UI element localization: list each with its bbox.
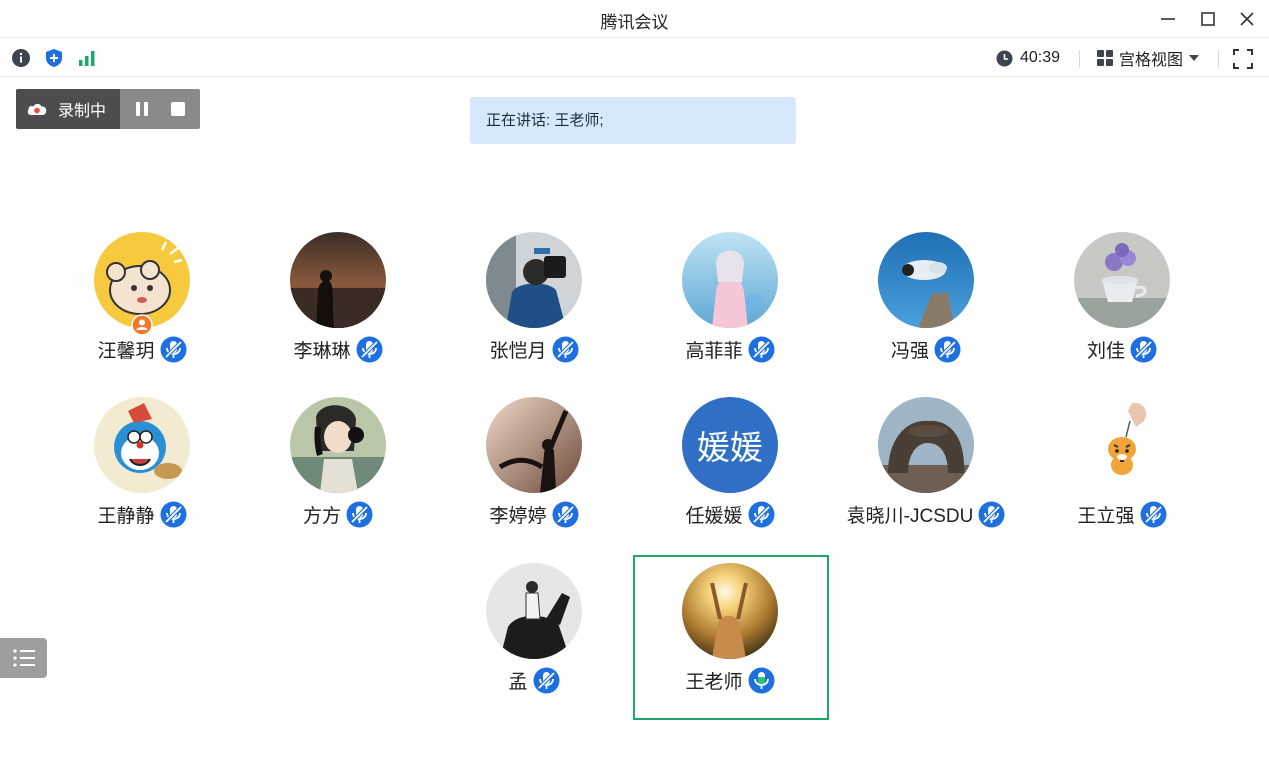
list-icon	[12, 649, 35, 667]
title-bar: 腾讯会议	[0, 0, 1269, 38]
avatar	[682, 232, 778, 328]
meeting-timer: 40:39	[996, 47, 1060, 69]
mic-muted-icon[interactable]	[346, 501, 373, 528]
mic-muted-icon[interactable]	[748, 336, 775, 363]
participant-name: 冯强	[890, 341, 929, 362]
avatar	[94, 397, 190, 493]
participant-name: 王静静	[97, 506, 155, 527]
avatar	[1074, 232, 1170, 328]
mic-muted-icon[interactable]	[1140, 501, 1167, 528]
participant-tile[interactable]: 冯强	[828, 232, 1024, 392]
participant-name: 李琳琳	[293, 341, 351, 362]
participant-tile[interactable]: 高菲菲	[632, 232, 828, 392]
avatar	[290, 397, 386, 493]
participant-name: 王老师	[685, 672, 743, 693]
info-icon[interactable]	[11, 48, 31, 68]
mic-muted-icon[interactable]	[552, 336, 579, 363]
clock-icon	[996, 50, 1013, 66]
close-icon	[1240, 12, 1254, 26]
chevron-down-icon	[1189, 55, 1200, 61]
pause-icon[interactable]	[133, 100, 151, 118]
participant-tile[interactable]: 张恺月	[436, 232, 632, 392]
recording-control: 录制中	[16, 89, 200, 129]
participant-name: 李婷婷	[489, 506, 547, 527]
mic-muted-icon[interactable]	[748, 501, 775, 528]
cloud-record-icon	[27, 103, 47, 115]
participant-name: 张恺月	[489, 341, 547, 362]
meeting-toolbar: 40:39 宫格视图	[0, 39, 1269, 77]
grid-view-icon	[1097, 50, 1113, 66]
host-icon	[131, 314, 153, 336]
divider	[1079, 50, 1080, 68]
maximize-icon	[1201, 12, 1215, 26]
speaking-banner: 正在讲话: 王老师;	[470, 97, 796, 144]
avatar	[486, 232, 582, 328]
view-mode-button[interactable]: 宫格视图	[1096, 47, 1200, 69]
timer-value: 40:39	[1020, 49, 1061, 66]
participant-name: 袁晓川-JCSDU	[846, 506, 974, 527]
avatar	[878, 397, 974, 493]
mic-muted-icon[interactable]	[1130, 336, 1157, 363]
signal-strength-icon[interactable]	[77, 48, 97, 68]
fullscreen-icon	[1233, 49, 1253, 69]
participant-tile[interactable]: 媛媛 任媛媛	[632, 397, 828, 557]
mic-muted-icon[interactable]	[978, 501, 1005, 528]
participant-tile-speaking[interactable]: 王老师	[632, 563, 828, 723]
host-badge	[131, 314, 153, 336]
participant-tile[interactable]: 袁晓川-JCSDU	[828, 397, 1024, 557]
participant-name: 任媛媛	[685, 506, 743, 527]
security-shield-icon[interactable]	[44, 48, 64, 68]
mic-muted-icon[interactable]	[160, 501, 187, 528]
avatar	[1074, 397, 1170, 493]
participant-name: 刘佳	[1086, 341, 1125, 362]
avatar	[486, 563, 582, 659]
maximize-button[interactable]	[1195, 6, 1221, 32]
participant-name: 孟	[508, 672, 528, 693]
minimize-button[interactable]	[1155, 6, 1181, 32]
stop-icon[interactable]	[169, 100, 187, 118]
avatar	[682, 563, 778, 659]
avatar-initials: 媛媛	[697, 428, 763, 467]
mic-muted-icon[interactable]	[356, 336, 383, 363]
recording-label: 录制中	[58, 103, 107, 120]
participant-name: 方方	[302, 506, 341, 527]
participant-tile[interactable]: 汪馨玥	[44, 232, 240, 392]
participant-tile[interactable]: 李婷婷	[436, 397, 632, 557]
avatar	[290, 232, 386, 328]
fullscreen-button[interactable]	[1232, 48, 1254, 70]
participant-tile[interactable]: 李琳琳	[240, 232, 436, 392]
participant-tile[interactable]: 刘佳	[1024, 232, 1220, 392]
participant-name: 高菲菲	[685, 341, 743, 362]
close-button[interactable]	[1234, 6, 1260, 32]
divider	[1218, 50, 1219, 68]
member-list-button[interactable]	[0, 638, 47, 678]
mic-muted-icon[interactable]	[160, 336, 187, 363]
participant-name: 汪馨玥	[97, 341, 155, 362]
window-title: 腾讯会议	[600, 13, 669, 32]
mic-speaking-icon[interactable]	[748, 667, 775, 694]
participant-name: 王立强	[1077, 506, 1135, 527]
avatar	[486, 397, 582, 493]
participant-tile[interactable]: 孟	[436, 563, 632, 723]
view-mode-label: 宫格视图	[1119, 52, 1184, 69]
avatar	[878, 232, 974, 328]
participant-tile[interactable]: 方方	[240, 397, 436, 557]
avatar: 媛媛	[682, 397, 778, 493]
mic-muted-icon[interactable]	[533, 667, 560, 694]
recording-status[interactable]: 录制中	[16, 89, 120, 129]
participant-tile[interactable]: 王立强	[1024, 397, 1220, 557]
mic-muted-icon[interactable]	[934, 336, 961, 363]
minimize-icon	[1161, 18, 1175, 20]
mic-muted-icon[interactable]	[552, 501, 579, 528]
participant-tile[interactable]: 王静静	[44, 397, 240, 557]
